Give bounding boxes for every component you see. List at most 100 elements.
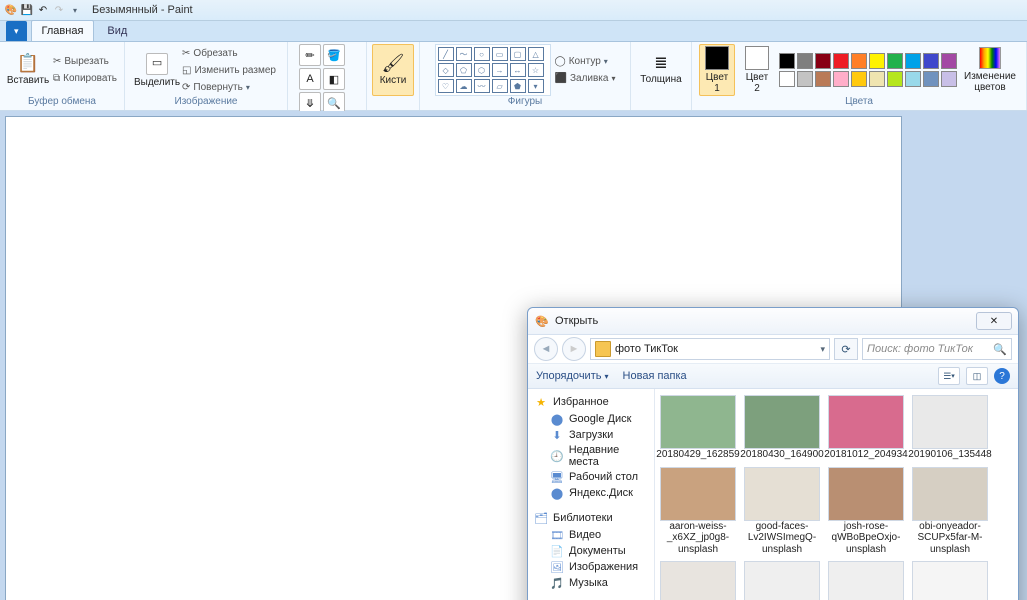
favorites-header[interactable]: ★Избранное bbox=[528, 393, 654, 411]
palette-color[interactable] bbox=[869, 53, 885, 69]
file-thumbnail bbox=[828, 395, 904, 449]
palette-color[interactable] bbox=[923, 71, 939, 87]
palette-color[interactable] bbox=[941, 53, 957, 69]
palette-color[interactable] bbox=[923, 53, 939, 69]
group-image: ▭ Выделить ✂Обрезать ◱Изменить размер ⟳П… bbox=[125, 42, 288, 110]
group-size: ≣ Толщина bbox=[631, 42, 692, 110]
redo-icon[interactable]: ↷ bbox=[52, 3, 66, 17]
palette-color[interactable] bbox=[905, 53, 921, 69]
file-item[interactable]: 20180429_162859 bbox=[659, 395, 737, 461]
rotate-button[interactable]: ⟳Повернуть ▾ bbox=[182, 79, 276, 95]
file-item[interactable]: Screenshot_20210 bbox=[827, 561, 905, 600]
rotate-icon: ⟳ bbox=[182, 82, 190, 93]
file-item[interactable]: Screenshot_20210 bbox=[743, 561, 821, 600]
nav-favorite-item[interactable]: 🕘Недавние места bbox=[528, 443, 654, 469]
refresh-button[interactable]: ⟳ bbox=[834, 338, 858, 360]
address-bar[interactable]: фото ТикТок ▾ bbox=[590, 338, 830, 360]
view-options-button[interactable]: ☰ ▾ bbox=[938, 367, 960, 385]
forward-button[interactable]: ► bbox=[562, 337, 586, 361]
brushes-button[interactable]: 🖌 Кисти bbox=[372, 44, 414, 96]
file-item[interactable]: obi-onyeador-SCUPx5far-M-unsplash bbox=[911, 467, 989, 556]
size-button[interactable]: ≣ Толщина bbox=[640, 44, 682, 96]
nav-library-item[interactable]: 📄Документы bbox=[528, 543, 654, 559]
pencil-tool[interactable]: ✏ bbox=[299, 44, 321, 66]
files-pane[interactable]: 20180429_16285920180430_16490020181012_2… bbox=[655, 389, 1018, 600]
file-item[interactable]: 20181012_204934 bbox=[827, 395, 905, 461]
file-item[interactable]: 20190106_135448 bbox=[911, 395, 989, 461]
file-item[interactable]: aaron-weiss-_x6XZ_jp0g8-unsplash bbox=[659, 467, 737, 556]
tab-view[interactable]: Вид bbox=[96, 20, 138, 41]
palette-color[interactable] bbox=[833, 71, 849, 87]
file-item[interactable]: good-faces-Lv2IWSImegQ-unsplash bbox=[743, 467, 821, 556]
palette-color[interactable] bbox=[797, 71, 813, 87]
libraries-header[interactable]: 🗂Библиотеки bbox=[528, 509, 654, 527]
group-shapes: ╱〜○▭▢△ ◇⬠⬡→↔☆ ♡☁〰▱⬟▾ ◯Контур ▾ ⬛Заливка … bbox=[420, 42, 631, 110]
palette-color[interactable] bbox=[905, 71, 921, 87]
palette-color[interactable] bbox=[797, 53, 813, 69]
color2-button[interactable]: Цвет 2 bbox=[739, 44, 775, 96]
paste-button[interactable]: 📋 Вставить bbox=[7, 44, 49, 96]
palette-color[interactable] bbox=[887, 71, 903, 87]
undo-icon[interactable]: ↶ bbox=[36, 3, 50, 17]
file-thumbnail bbox=[744, 395, 820, 449]
nav-library-item[interactable]: 🖼Изображения bbox=[528, 559, 654, 575]
cut-button: ✂Вырезать bbox=[53, 54, 117, 70]
palette-color[interactable] bbox=[941, 71, 957, 87]
new-folder-button[interactable]: Новая папка bbox=[623, 370, 687, 382]
preview-pane-button[interactable]: ◫ bbox=[966, 367, 988, 385]
tab-home[interactable]: Главная bbox=[31, 20, 95, 41]
file-item[interactable]: Screenshot_20210 bbox=[911, 561, 989, 600]
palette-color[interactable] bbox=[779, 71, 795, 87]
palette-color[interactable] bbox=[869, 71, 885, 87]
palette-color[interactable] bbox=[833, 53, 849, 69]
organize-menu[interactable]: Упорядочить ▾ bbox=[536, 370, 609, 382]
palette-color[interactable] bbox=[815, 71, 831, 87]
ribbon: 📋 Вставить ✂Вырезать ⧉Копировать Буфер о… bbox=[0, 42, 1027, 111]
nav-library-item[interactable]: 🎞Видео bbox=[528, 527, 654, 543]
palette-color[interactable] bbox=[851, 53, 867, 69]
resize-button[interactable]: ◱Изменить размер bbox=[182, 62, 276, 78]
crop-button[interactable]: ✂Обрезать bbox=[182, 45, 276, 61]
file-item[interactable]: 20180430_164900 bbox=[743, 395, 821, 461]
fill-tool[interactable]: 🪣 bbox=[323, 44, 345, 66]
eraser-tool[interactable]: ◧ bbox=[323, 68, 345, 90]
window-titlebar: 🎨 💾 ↶ ↷ ▾ Безымянный - Paint bbox=[0, 0, 1027, 21]
text-tool[interactable]: A bbox=[299, 68, 321, 90]
nav-favorite-item[interactable]: 🖥Рабочий стол bbox=[528, 469, 654, 485]
size-icon: ≣ bbox=[654, 55, 667, 73]
dialog-close-button[interactable]: ✕ bbox=[976, 312, 1012, 330]
nav-favorite-item[interactable]: ⬤Google Диск bbox=[528, 411, 654, 427]
help-icon[interactable]: ? bbox=[994, 368, 1010, 384]
breadcrumb: фото ТикТок bbox=[615, 343, 816, 355]
file-menu[interactable]: ▾ bbox=[6, 21, 27, 41]
qat-dropdown-icon[interactable]: ▾ bbox=[68, 3, 82, 17]
select-button[interactable]: ▭ Выделить bbox=[136, 44, 178, 96]
palette-color[interactable] bbox=[779, 53, 795, 69]
shapes-gallery[interactable]: ╱〜○▭▢△ ◇⬠⬡→↔☆ ♡☁〰▱⬟▾ bbox=[435, 44, 551, 96]
group-brushes: 🖌 Кисти bbox=[367, 42, 420, 110]
search-box[interactable]: Поиск: фото ТикТок 🔍 bbox=[862, 338, 1012, 360]
file-thumbnail bbox=[660, 561, 736, 600]
file-thumbnail bbox=[828, 467, 904, 521]
palette-color[interactable] bbox=[887, 53, 903, 69]
color1-button[interactable]: Цвет 1 bbox=[699, 44, 735, 96]
chevron-down-icon[interactable]: ▾ bbox=[820, 344, 825, 355]
back-button[interactable]: ◄ bbox=[534, 337, 558, 361]
search-placeholder: Поиск: фото ТикТок bbox=[867, 343, 973, 355]
nav-item-icon: 📄 bbox=[550, 544, 564, 558]
nav-favorite-item[interactable]: ⬤Яндекс.Диск bbox=[528, 485, 654, 501]
palette-color[interactable] bbox=[815, 53, 831, 69]
nav-library-item[interactable]: 🎵Музыка bbox=[528, 575, 654, 591]
window-title: Безымянный - Paint bbox=[92, 4, 193, 16]
file-item[interactable]: josh-rose-qWBoBpeOxjo-unsplash bbox=[827, 467, 905, 556]
file-item[interactable]: olivier-bergeron- bbox=[659, 561, 737, 600]
shape-outline[interactable]: ◯Контур ▾ bbox=[555, 54, 616, 70]
nav-favorite-item[interactable]: ⬇Загрузки bbox=[528, 427, 654, 443]
file-thumbnail bbox=[744, 467, 820, 521]
palette-color[interactable] bbox=[851, 71, 867, 87]
file-name: aaron-weiss-_x6XZ_jp0g8-unsplash bbox=[659, 521, 737, 556]
copy-button: ⧉Копировать bbox=[53, 71, 117, 87]
save-icon[interactable]: 💾 bbox=[20, 3, 34, 17]
edit-colors-button[interactable]: Изменение цветов bbox=[961, 44, 1019, 96]
paste-icon: 📋 bbox=[17, 54, 39, 74]
